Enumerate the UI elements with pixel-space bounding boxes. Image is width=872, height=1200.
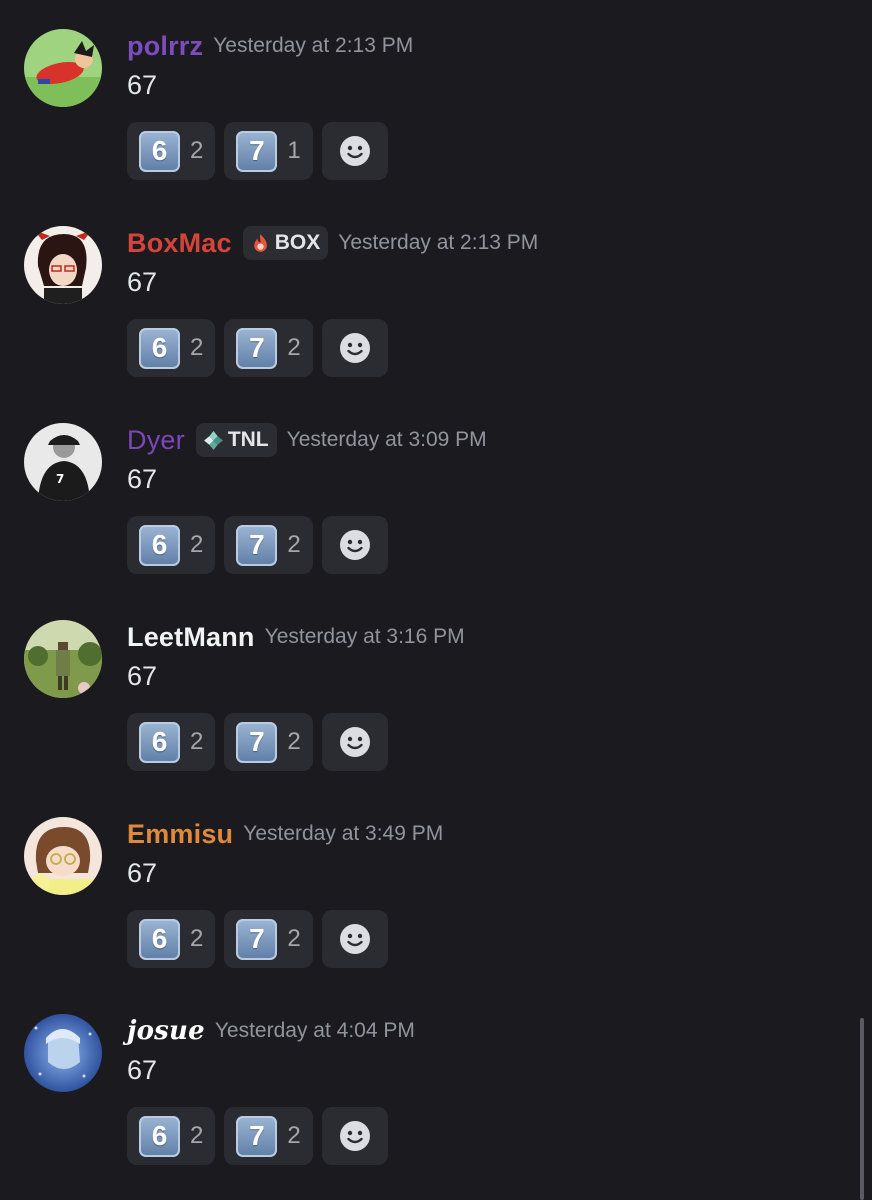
- reaction-bar: 6 2 7 2: [127, 516, 388, 574]
- keycap-6-icon: 6: [139, 1115, 180, 1157]
- message-text: 67: [127, 267, 158, 297]
- message-item: Emmisu Yesterday at 3:49 PM 67 6 2 7 2: [0, 788, 840, 985]
- username[interactable]: LeetMann: [127, 622, 255, 653]
- message-text: 67: [127, 1055, 158, 1085]
- server-tag-label: TNL: [227, 428, 269, 451]
- reaction-count: 2: [287, 334, 301, 361]
- message-header: LeetMann Yesterday at 3:16 PM: [127, 617, 465, 657]
- reaction-count: 2: [190, 334, 204, 361]
- reaction-count: 2: [190, 1122, 204, 1149]
- reaction-count: 2: [287, 1122, 301, 1149]
- avatar[interactable]: 7: [24, 423, 102, 501]
- reaction-count: 1: [287, 137, 301, 164]
- reaction-keycap-7[interactable]: 7 1: [224, 122, 313, 180]
- add-reaction-button[interactable]: [321, 516, 388, 574]
- keycap-7-icon: 7: [236, 918, 278, 960]
- message-text: 67: [127, 70, 158, 100]
- smile-icon: [339, 333, 370, 363]
- message-header: josue Yesterday at 4:04 PM: [127, 1011, 415, 1051]
- timestamp: Yesterday at 3:49 PM: [243, 822, 444, 845]
- keycap-7-icon: 7: [236, 327, 278, 369]
- reaction-keycap-6[interactable]: 6 2: [127, 319, 216, 377]
- server-tag[interactable]: BOX: [242, 226, 329, 260]
- chat-message-list: polrrz Yesterday at 2:13 PM 67 6 2 7 1 B…: [0, 0, 872, 1200]
- add-reaction-button[interactable]: [321, 1107, 388, 1165]
- reaction-keycap-7[interactable]: 7 2: [224, 319, 313, 377]
- keycap-7-icon: 7: [236, 1115, 278, 1157]
- timestamp: Yesterday at 3:16 PM: [264, 625, 465, 648]
- keycap-7-icon: 7: [236, 721, 278, 763]
- add-reaction-button[interactable]: [321, 122, 388, 180]
- reaction-bar: 6 2 7 2: [127, 910, 388, 968]
- fire-icon: [253, 233, 267, 252]
- reaction-keycap-7[interactable]: 7 2: [224, 516, 313, 574]
- keycap-6-icon: 6: [139, 327, 180, 369]
- message-header: Dyer TNL Yesterday at 3:09 PM: [127, 420, 487, 460]
- smile-icon: [339, 924, 370, 954]
- reaction-count: 2: [190, 531, 204, 558]
- message-header: Emmisu Yesterday at 3:49 PM: [127, 814, 443, 854]
- reaction-keycap-7[interactable]: 7 2: [224, 910, 313, 968]
- reaction-keycap-6[interactable]: 6 2: [127, 516, 216, 574]
- add-reaction-button[interactable]: [321, 713, 388, 771]
- avatar[interactable]: [24, 1014, 102, 1092]
- keycap-6-icon: 6: [139, 130, 180, 172]
- smile-icon: [339, 1121, 370, 1151]
- reaction-keycap-6[interactable]: 6 2: [127, 122, 216, 180]
- reaction-bar: 6 2 7 2: [127, 1107, 388, 1165]
- smile-icon: [339, 530, 370, 560]
- smile-icon: [339, 136, 370, 166]
- avatar[interactable]: [24, 620, 102, 698]
- server-tag-label: BOX: [274, 231, 321, 254]
- message-item: 7 Dyer TNL Yesterday at 3:09 PM 67 6 2 7…: [0, 394, 840, 591]
- reaction-count: 2: [287, 925, 301, 952]
- reaction-keycap-6[interactable]: 6 2: [127, 1107, 216, 1165]
- message-item: josue Yesterday at 4:04 PM 67 6 2 7 2: [0, 985, 840, 1182]
- add-reaction-button[interactable]: [321, 910, 388, 968]
- keycap-7-icon: 7: [236, 524, 278, 566]
- avatar[interactable]: [24, 226, 102, 304]
- username[interactable]: polrrz: [127, 31, 203, 62]
- reaction-count: 2: [190, 137, 204, 164]
- avatar[interactable]: [24, 817, 102, 895]
- timestamp: Yesterday at 2:13 PM: [338, 231, 539, 254]
- reaction-count: 2: [190, 925, 204, 952]
- message-header: polrrz Yesterday at 2:13 PM: [127, 26, 413, 66]
- scrollbar[interactable]: [860, 1018, 864, 1200]
- keycap-6-icon: 6: [139, 721, 180, 763]
- reaction-bar: 6 2 7 1: [127, 122, 388, 180]
- username[interactable]: BoxMac: [127, 228, 232, 259]
- username[interactable]: josue: [127, 1016, 205, 1046]
- timestamp: Yesterday at 4:04 PM: [214, 1019, 415, 1042]
- smile-icon: [339, 727, 370, 757]
- reaction-keycap-6[interactable]: 6 2: [127, 910, 216, 968]
- reaction-keycap-6[interactable]: 6 2: [127, 713, 216, 771]
- message-text: 67: [127, 661, 158, 691]
- reaction-bar: 6 2 7 2: [127, 319, 388, 377]
- message-text: 67: [127, 464, 158, 494]
- message-item: LeetMann Yesterday at 3:16 PM 67 6 2 7 2: [0, 591, 840, 788]
- reaction-count: 2: [287, 728, 301, 755]
- reaction-bar: 6 2 7 2: [127, 713, 388, 771]
- username[interactable]: Dyer: [127, 425, 185, 456]
- reaction-keycap-7[interactable]: 7 2: [224, 713, 313, 771]
- timestamp: Yesterday at 3:09 PM: [286, 428, 487, 451]
- timestamp: Yesterday at 2:13 PM: [213, 34, 414, 57]
- message-item: polrrz Yesterday at 2:13 PM 67 6 2 7 1: [0, 0, 840, 197]
- keycap-7-icon: 7: [236, 130, 278, 172]
- add-reaction-button[interactable]: [321, 319, 388, 377]
- reaction-keycap-7[interactable]: 7 2: [224, 1107, 313, 1165]
- reaction-count: 2: [287, 531, 301, 558]
- server-tag[interactable]: TNL: [195, 423, 277, 457]
- keycap-6-icon: 6: [139, 918, 180, 960]
- avatar[interactable]: [24, 29, 102, 107]
- svg-text:7: 7: [56, 472, 64, 486]
- diamond-icon: [203, 430, 223, 450]
- keycap-6-icon: 6: [139, 524, 180, 566]
- reaction-count: 2: [190, 728, 204, 755]
- username[interactable]: Emmisu: [127, 819, 233, 850]
- message-text: 67: [127, 858, 158, 888]
- message-header: BoxMac BOX Yesterday at 2:13 PM: [127, 223, 538, 263]
- message-item: BoxMac BOX Yesterday at 2:13 PM 67 6 2 7…: [0, 197, 840, 394]
